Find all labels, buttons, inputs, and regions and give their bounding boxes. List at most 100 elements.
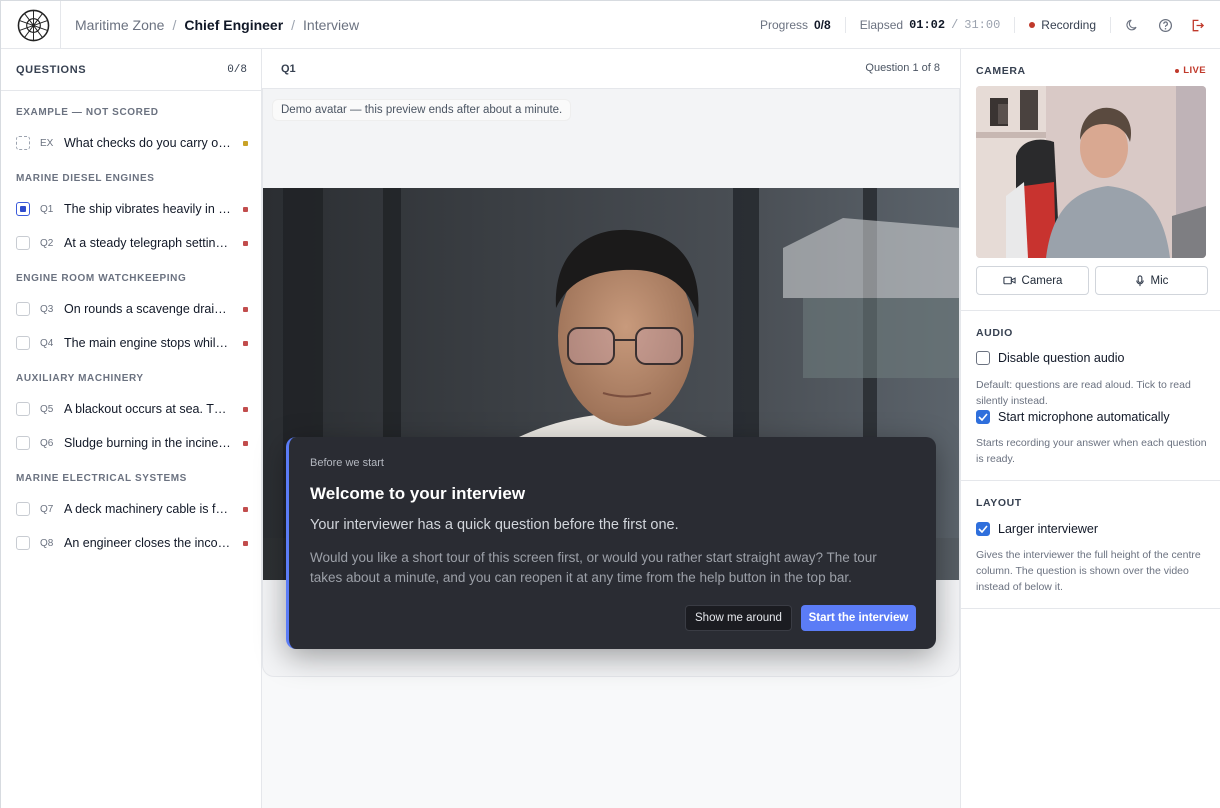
top-bar: Maritime Zone / Chief Engineer / Intervi… <box>1 1 1220 49</box>
progress-value: 0/8 <box>814 18 831 32</box>
question-checkbox <box>16 436 30 450</box>
question-checkbox <box>16 302 30 316</box>
breadcrumb-zone[interactable]: Maritime Zone <box>75 17 164 33</box>
elapsed-label: Elapsed <box>859 18 904 32</box>
interview-stage-column: Q1 Question 1 of 8 Demo avatar — this pr… <box>262 49 960 808</box>
breadcrumb: Maritime Zone / Chief Engineer / Intervi… <box>75 17 359 33</box>
larger-interviewer-help: Gives the interviewer the full height of… <box>976 549 1201 593</box>
section-label: EXAMPLE — NOT SCORED <box>16 107 159 118</box>
auto-mic-label: Start microphone automatically <box>998 410 1170 424</box>
questions-count: 0/8 <box>227 63 247 76</box>
status-badge <box>243 540 248 546</box>
question-item-ex[interactable]: EX What checks do you carry out before s… <box>16 133 248 153</box>
divider <box>961 310 1220 311</box>
question-checkbox <box>16 136 30 150</box>
question-checkbox <box>16 502 30 516</box>
question-text: On rounds a scavenge drain shows oil <box>64 302 231 316</box>
check-icon <box>978 413 988 421</box>
section-label: MARINE ELECTRICAL SYSTEMS <box>16 473 187 484</box>
disable-audio-label: Disable question audio <box>998 351 1125 365</box>
logout-icon[interactable] <box>1189 17 1205 33</box>
divider <box>961 480 1220 481</box>
divider <box>1110 17 1111 33</box>
question-text: What checks do you carry out before star… <box>64 136 231 150</box>
question-checkbox <box>16 202 30 216</box>
show-me-around-button[interactable]: Show me around <box>685 605 792 631</box>
question-item-q7[interactable]: Q7 A deck machinery cable is found damag… <box>16 499 248 519</box>
status-badge <box>243 440 248 446</box>
question-item-q8[interactable]: Q8 An engineer closes the incoming break… <box>16 533 248 553</box>
larger-interviewer-checkbox[interactable] <box>976 522 990 536</box>
elapsed-total: 31:00 <box>964 18 1001 32</box>
question-code: Q5 <box>40 403 54 415</box>
camera-button[interactable]: Camera <box>976 266 1089 295</box>
mic-button[interactable]: Mic <box>1095 266 1208 295</box>
recording-label: Recording <box>1041 18 1096 32</box>
check-icon <box>978 525 988 533</box>
question-code: Q3 <box>40 303 54 315</box>
section-label: AUXILIARY MACHINERY <box>16 373 144 384</box>
live-label: LIVE <box>1183 65 1206 76</box>
divider <box>1014 17 1016 33</box>
question-text: At a steady telegraph setting the speed … <box>64 236 231 250</box>
audio-section-title: AUDIO <box>976 327 1013 339</box>
section-label: ENGINE ROOM WATCHKEEPING <box>16 273 187 284</box>
question-checkbox <box>16 336 30 350</box>
question-text: The main engine stops while manoeuvring <box>64 336 231 350</box>
recording-dot <box>1029 22 1036 28</box>
layout-section-title: LAYOUT <box>976 497 1022 509</box>
demo-notice: Demo avatar — this preview ends after ab… <box>272 99 572 121</box>
question-text: An engineer closes the incoming breaker <box>64 536 231 550</box>
microphone-icon <box>1135 274 1144 286</box>
welcome-dialog: Before we start Welcome to your intervie… <box>286 437 936 649</box>
video-camera-icon <box>1002 276 1016 285</box>
question-item-q3[interactable]: Q3 On rounds a scavenge drain shows oil <box>16 299 248 319</box>
question-code: Q4 <box>40 337 54 349</box>
auto-mic-checkbox[interactable] <box>976 410 990 424</box>
dialog-title: Welcome to your interview <box>310 484 526 503</box>
question-item-q2[interactable]: Q2 At a steady telegraph setting the spe… <box>16 233 248 253</box>
dialog-kicker: Before we start <box>310 457 384 469</box>
status-badge <box>243 306 248 312</box>
question-checkbox <box>16 236 30 250</box>
question-checkbox <box>16 402 30 416</box>
current-question-code: Q1 <box>281 63 296 75</box>
question-header: Q1 Question 1 of 8 <box>262 49 960 89</box>
help-circle-icon[interactable] <box>1157 17 1173 33</box>
settings-panel: CAMERA LIVE Camera Mic AUDIO Disable que… <box>960 49 1220 808</box>
question-item-q4[interactable]: Q4 The main engine stops while manoeuvri… <box>16 333 248 353</box>
auto-mic-option[interactable]: Start microphone automatically <box>976 410 1170 424</box>
live-badge: LIVE <box>1175 65 1206 76</box>
logo-divider <box>60 1 61 49</box>
question-item-q6[interactable]: Q6 Sludge burning in the incinerator fai… <box>16 433 248 453</box>
question-item-q1[interactable]: Q1 The ship vibrates heavily in one spee… <box>16 199 248 219</box>
questions-title: QUESTIONS <box>16 63 87 76</box>
breadcrumb-separator: / <box>172 17 177 33</box>
breadcrumb-role[interactable]: Chief Engineer <box>184 17 283 33</box>
status-badge <box>243 340 248 346</box>
disable-audio-option[interactable]: Disable question audio <box>976 351 1124 365</box>
top-bar-status: Progress 0/8 Elapsed 01:02 / 31:00 Recor… <box>760 1 1205 49</box>
moon-icon[interactable] <box>1125 17 1141 33</box>
larger-interviewer-option[interactable]: Larger interviewer <box>976 522 1098 536</box>
camera-section-title: CAMERA <box>976 65 1026 77</box>
elapsed-separator: / <box>951 18 959 32</box>
question-checkbox <box>16 536 30 550</box>
progress-label: Progress <box>759 18 808 32</box>
mic-button-label: Mic <box>1150 274 1169 287</box>
question-text: The ship vibrates heavily in one speed r… <box>64 202 231 216</box>
status-badge <box>243 506 248 512</box>
question-code: Q7 <box>40 503 54 515</box>
start-interview-button[interactable]: Start the interview <box>801 605 916 631</box>
question-item-q5[interactable]: Q5 A blackout occurs at sea. The generat… <box>16 399 248 419</box>
questions-header: QUESTIONS 0/8 <box>1 49 261 91</box>
question-code: Q1 <box>40 203 54 215</box>
question-progress: Question 1 of 8 <box>865 62 940 74</box>
question-text: A deck machinery cable is found damaged <box>64 502 231 516</box>
question-code: Q6 <box>40 437 54 449</box>
dialog-subtitle: Your interviewer has a quick question be… <box>310 517 679 533</box>
disable-audio-checkbox[interactable] <box>976 351 990 365</box>
breadcrumb-separator: / <box>291 17 296 33</box>
disable-audio-help: Default: questions are read aloud. Tick … <box>976 379 1191 407</box>
question-text: Sludge burning in the incinerator fails <box>64 436 231 450</box>
